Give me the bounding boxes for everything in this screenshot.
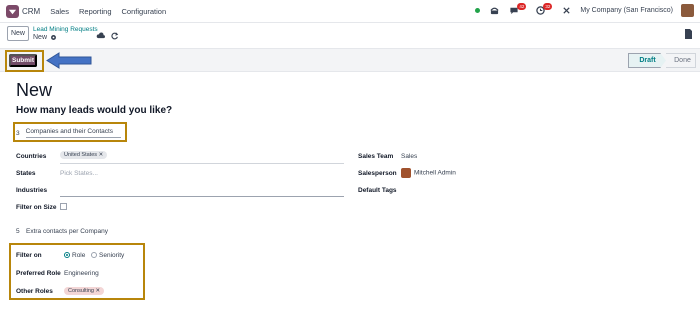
cloud-save-icon[interactable]	[96, 32, 105, 39]
extra-contacts-text: Extra contacts per Company	[26, 228, 109, 235]
radio-role-label: Role	[72, 252, 86, 259]
sales-team-label: Sales Team	[358, 153, 394, 160]
countries-underline	[60, 163, 344, 164]
systray: 42 32 My Company (San Francisco)	[475, 2, 694, 17]
menu-reporting[interactable]: Reporting	[79, 7, 112, 16]
preferred-role-field[interactable]: Engineering	[64, 270, 99, 277]
company-switcher[interactable]: My Company (San Francisco)	[580, 7, 673, 14]
default-tags-label: Default Tags	[358, 187, 397, 194]
preferred-role-label: Preferred Role	[16, 270, 61, 277]
industries-input[interactable]	[60, 196, 344, 197]
stage-draft[interactable]: Draft	[628, 53, 666, 68]
activities-count-badge: 32	[543, 2, 553, 10]
breadcrumb-parent[interactable]: Lead Mining Requests	[33, 26, 98, 33]
gear-icon[interactable]	[50, 34, 57, 41]
lead-count-input[interactable]: 3	[16, 130, 20, 137]
breadcrumb-current-label: New	[33, 34, 48, 41]
salesperson-label: Salesperson	[358, 170, 397, 177]
record-actions	[96, 32, 119, 40]
phone-icon[interactable]	[488, 5, 500, 17]
record-title: New	[16, 80, 53, 100]
remove-tag-icon[interactable]: ✕	[96, 288, 101, 294]
top-navbar: CRM Sales Reporting Configuration 42 32 …	[0, 0, 700, 23]
salesperson-name: Mitchell Admin	[414, 169, 456, 177]
lead-count-row: 3 Companies and their Contacts	[16, 128, 121, 138]
debug-tools-icon[interactable]	[560, 5, 572, 17]
other-role-tag-label: Consulting	[68, 288, 94, 294]
radio-seniority[interactable]	[91, 252, 97, 259]
filter-on-radio-role[interactable]: Role	[64, 252, 85, 259]
stage-done[interactable]: Done	[666, 53, 696, 68]
control-panel: New Lead Mining Requests New	[0, 23, 700, 47]
stage-pipeline: Draft Done	[628, 53, 696, 68]
form-sheet: New How many leads would you like? 3 Com…	[0, 72, 700, 309]
industries-label: Industries	[16, 187, 48, 194]
user-avatar[interactable]	[681, 4, 694, 17]
document-icon[interactable]	[685, 29, 692, 41]
filter-size-label: Filter on Size	[16, 204, 57, 211]
menu-configuration[interactable]: Configuration	[122, 7, 167, 16]
main-menu: CRM Sales Reporting Configuration	[22, 7, 166, 16]
country-tag[interactable]: United States ✕	[60, 151, 108, 159]
app-name[interactable]: CRM	[22, 7, 40, 16]
radio-role-selected[interactable]	[64, 252, 70, 259]
crm-app-icon[interactable]	[6, 5, 19, 18]
status-bar: Submit Draft Done	[0, 48, 700, 72]
salesperson-avatar	[401, 168, 411, 178]
search-type-select[interactable]: Companies and their Contacts	[25, 128, 121, 138]
breadcrumb-current: New	[33, 34, 57, 41]
submit-button[interactable]: Submit	[9, 54, 37, 67]
countries-field[interactable]: United States ✕	[60, 151, 108, 159]
leads-question: How many leads would you like?	[16, 105, 173, 116]
radio-seniority-label: Seniority	[99, 252, 125, 259]
country-tag-label: United States	[64, 152, 98, 158]
filter-on-label: Filter on	[16, 252, 42, 259]
filter-on-radio-seniority[interactable]: Seniority	[91, 252, 124, 259]
sales-team-field[interactable]: Sales	[401, 153, 417, 160]
filter-size-checkbox[interactable]	[60, 203, 67, 210]
other-roles-label: Other Roles	[16, 288, 53, 295]
discard-changes-icon[interactable]	[111, 32, 119, 40]
other-role-tag[interactable]: Consulting ✕	[64, 287, 105, 295]
extra-contacts-count[interactable]: 5	[16, 228, 20, 235]
messages-icon[interactable]: 42	[508, 2, 527, 17]
menu-sales[interactable]: Sales	[50, 7, 69, 16]
salesperson-field[interactable]: Mitchell Admin	[401, 168, 456, 178]
countries-label: Countries	[16, 153, 47, 160]
online-status-icon	[475, 8, 481, 13]
activities-icon[interactable]: 32	[534, 2, 553, 17]
messages-count-badge: 42	[517, 2, 527, 10]
new-button[interactable]: New	[7, 26, 29, 41]
states-label: States	[16, 170, 36, 177]
states-input[interactable]: Pick States...	[60, 170, 98, 177]
remove-tag-icon[interactable]: ✕	[99, 152, 104, 158]
arrow-left-icon	[46, 52, 92, 69]
other-roles-field[interactable]: Consulting ✕	[64, 287, 105, 295]
